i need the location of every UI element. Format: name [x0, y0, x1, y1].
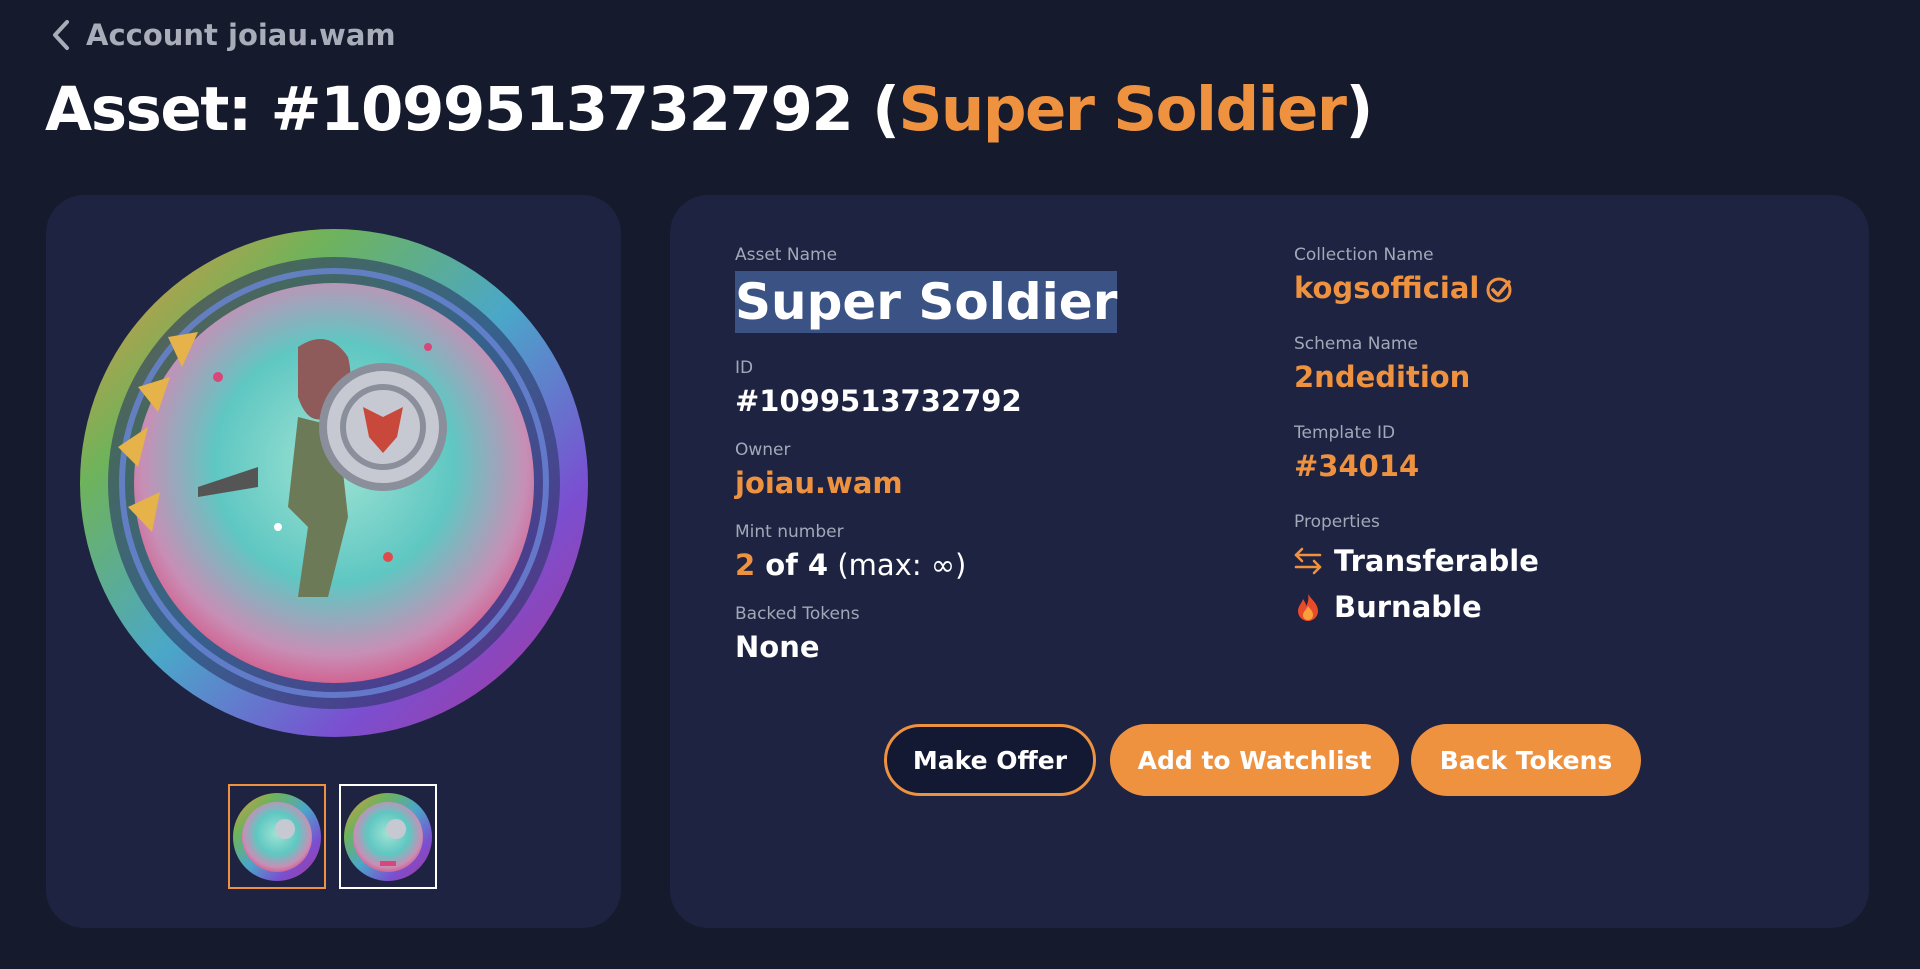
back-link-label: Account joiau.wam: [86, 18, 396, 52]
collection-name-link[interactable]: kogsofficial: [1294, 271, 1513, 305]
asset-image-panel: [46, 195, 621, 928]
mint-number-field: Mint number 2 of 4 (max: ∞): [735, 522, 966, 582]
mint-number-label: Mint number: [735, 522, 844, 542]
owner-field: Owner joiau.wam: [735, 440, 903, 500]
thumbnail-1[interactable]: [228, 784, 326, 889]
make-offer-button[interactable]: Make Offer: [884, 724, 1096, 796]
template-id-link[interactable]: #34014: [1294, 449, 1419, 483]
property-transferable: Transferable: [1294, 544, 1539, 578]
transfer-arrows-icon: [1294, 547, 1322, 575]
thumbnail-image: [344, 792, 432, 881]
owner-link[interactable]: joiau.wam: [735, 466, 903, 500]
add-to-watchlist-button[interactable]: Add to Watchlist: [1110, 724, 1399, 796]
asset-name-field: Asset Name Super Soldier: [735, 245, 1118, 333]
asset-name-value[interactable]: Super Soldier: [735, 271, 1118, 333]
schema-name-link[interactable]: 2ndedition: [1294, 360, 1470, 394]
back-tokens-button[interactable]: Back Tokens: [1411, 724, 1641, 796]
asset-info-panel: Asset Name Super Soldier ID #10995137327…: [670, 195, 1869, 928]
asset-id-value: #1099513732792: [735, 384, 1022, 418]
asset-image: [80, 229, 588, 737]
title-prefix: Asset: #1099513732792 (: [45, 74, 900, 145]
mint-of: of 4: [755, 548, 829, 582]
template-id-field: Template ID #34014: [1294, 423, 1419, 483]
thumbnail-image: [233, 792, 321, 881]
mint-number: 2: [735, 548, 756, 582]
collection-name-field: Collection Name kogsofficial: [1294, 245, 1513, 305]
asset-name-label: Asset Name: [735, 245, 838, 265]
back-link[interactable]: Account joiau.wam: [50, 18, 396, 52]
asset-id-field: ID #1099513732792: [735, 358, 1022, 418]
property-burnable-label: Burnable: [1334, 590, 1482, 624]
template-id-label: Template ID: [1294, 423, 1396, 443]
title-asset-name: Super Soldier: [898, 74, 1348, 145]
mint-max: (max: ∞): [828, 548, 967, 582]
properties-field: Properties Transferable Burnable: [1294, 512, 1539, 624]
schema-name-field: Schema Name 2ndedition: [1294, 334, 1470, 394]
mint-number-value: 2 of 4 (max: ∞): [735, 548, 966, 582]
property-transferable-label: Transferable: [1334, 544, 1539, 578]
collection-name-label: Collection Name: [1294, 245, 1434, 265]
thumbnail-strip: [228, 784, 437, 889]
chevron-left-icon: [53, 20, 69, 50]
backed-tokens-field: Backed Tokens None: [735, 604, 860, 664]
fire-icon: [1298, 594, 1318, 621]
asset-id-label: ID: [735, 358, 754, 378]
owner-label: Owner: [735, 440, 791, 460]
backed-tokens-label: Backed Tokens: [735, 604, 860, 624]
title-suffix: ): [1345, 74, 1374, 145]
thumbnail-2[interactable]: [339, 784, 437, 889]
page-title: Asset: #1099513732792 (Super Soldier): [45, 74, 1374, 145]
property-burnable: Burnable: [1294, 590, 1539, 624]
schema-name-label: Schema Name: [1294, 334, 1418, 354]
properties-label: Properties: [1294, 512, 1380, 532]
verified-check-icon: [1486, 277, 1512, 303]
backed-tokens-value: None: [735, 630, 820, 664]
